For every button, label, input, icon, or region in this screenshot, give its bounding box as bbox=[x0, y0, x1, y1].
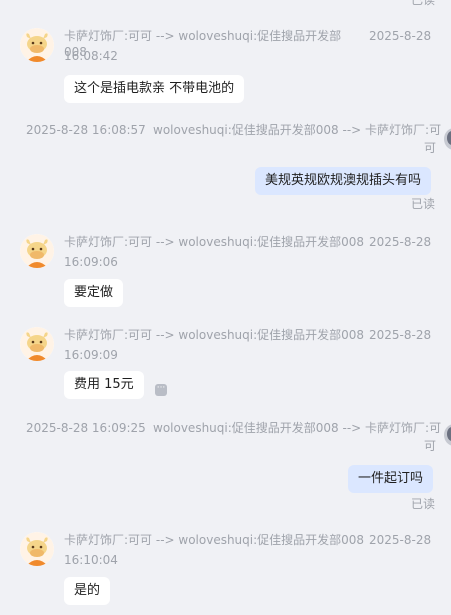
message-date: 2025-8-28 bbox=[369, 328, 432, 342]
sender-receiver-label: woloveshuqi:促佳搜品开发部008 --> 卡萨灯饰厂:可 bbox=[153, 421, 442, 435]
sender-receiver-label: woloveshuqi:促佳搜品开发部008 --> 卡萨灯饰厂:可 bbox=[153, 123, 442, 137]
message-time: 16:09:06 bbox=[64, 255, 118, 269]
sender-receiver-label: 卡萨灯饰厂:可可 --> woloveshuqi:促佳搜品开发部008 bbox=[64, 235, 365, 249]
message-date: 2025-8-28 bbox=[369, 29, 432, 43]
sender-receiver-label: 卡萨灯饰厂:可可 --> woloveshuqi:促佳搜品开发部008 bbox=[64, 328, 365, 342]
user-avatar-icon[interactable] bbox=[444, 424, 451, 446]
cow-avatar-icon[interactable] bbox=[20, 28, 54, 62]
read-status-partial: 已读 bbox=[411, 0, 436, 7]
cow-avatar-icon[interactable] bbox=[20, 532, 54, 566]
read-status: 已读 bbox=[411, 197, 436, 211]
user-avatar-icon[interactable] bbox=[444, 128, 451, 150]
message-bubble[interactable]: 费用 15元 bbox=[64, 371, 144, 399]
message-timestamp: 2025-8-28 16:08:57 bbox=[26, 123, 146, 137]
message-bubble[interactable]: 一件起订吗 bbox=[348, 465, 434, 493]
message-date: 2025-8-28 bbox=[369, 235, 432, 249]
message-time: 16:10:04 bbox=[64, 553, 118, 567]
sender-receiver-label-wrap: 可 bbox=[424, 141, 437, 155]
more-options-icon[interactable]: ··· bbox=[155, 384, 167, 396]
message-date: 2025-8-28 bbox=[369, 533, 432, 547]
message-timestamp: 2025-8-28 16:09:25 bbox=[26, 421, 146, 435]
cow-avatar-icon[interactable] bbox=[20, 234, 54, 268]
message-time: 16:09:09 bbox=[64, 348, 118, 362]
read-status: 已读 bbox=[411, 497, 436, 511]
sender-receiver-label-wrap: 可 bbox=[424, 439, 437, 453]
message-bubble[interactable]: 这个是插电款亲 不带电池的 bbox=[64, 75, 245, 103]
message-bubble[interactable]: 美规英规欧规澳规插头有吗 bbox=[255, 167, 432, 195]
message-bubble[interactable]: 要定做 bbox=[64, 279, 124, 307]
message-time: 16:08:42 bbox=[64, 49, 118, 63]
message-bubble[interactable]: 是的 bbox=[64, 577, 111, 605]
cow-avatar-icon[interactable] bbox=[20, 327, 54, 361]
sender-receiver-label: 卡萨灯饰厂:可可 --> woloveshuqi:促佳搜品开发部008 bbox=[64, 533, 365, 547]
